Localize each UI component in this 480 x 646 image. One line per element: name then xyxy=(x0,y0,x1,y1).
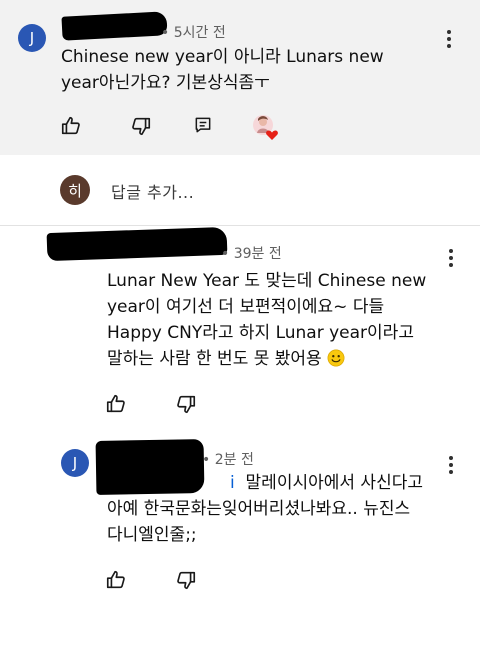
reply-text: Lunar New Year 도 맞는데 Chinese new year이 여… xyxy=(107,268,426,372)
reply-line: 말하는 사람 한 번도 못 봤어용 xyxy=(107,349,322,369)
more-vertical-icon[interactable] xyxy=(449,249,453,267)
divider xyxy=(0,225,480,226)
highlighted-comment: J • 5시간 전 Chinese new year이 아니라 Lunars n… xyxy=(0,0,480,155)
reply-timestamp: • 39분 전 xyxy=(221,246,282,262)
reply-placeholder: 답글 추가... xyxy=(111,183,195,202)
reply-author-avatar[interactable]: J xyxy=(61,449,89,477)
more-vertical-icon[interactable] xyxy=(447,30,451,48)
reply-text-continued: 아예 한국문화는잊어버리셨나봐요.. 뉴진스 다니엘인줄;; xyxy=(107,496,410,548)
mention-fragment[interactable]: i xyxy=(230,473,235,493)
reply-timestamp: • 2분 전 xyxy=(202,452,254,468)
redacted-reply-header xyxy=(95,439,205,495)
timestamp-text: 2분 전 xyxy=(214,452,254,468)
comment-line: Chinese new year이 아니라 Lunars new xyxy=(61,47,384,67)
avatar-letter: J xyxy=(72,454,78,472)
reply-line: Happy CNY라고 하지 Lunar year이라고 xyxy=(107,323,414,343)
timestamp-text: 5시간 전 xyxy=(173,25,226,41)
thumbs-up-icon[interactable] xyxy=(60,115,82,137)
reply-text: i 말레이시아에서 사신다고 xyxy=(230,470,423,496)
comment-text: Chinese new year이 아니라 Lunars new year아닌가… xyxy=(61,44,384,96)
creator-heart-icon[interactable] xyxy=(252,113,280,141)
reply-line: 다니엘인줄;; xyxy=(107,525,197,545)
add-reply-input[interactable]: 답글 추가... xyxy=(111,179,194,203)
reply-line: Lunar New Year 도 맞는데 Chinese new xyxy=(107,271,427,291)
thumbs-up-icon[interactable] xyxy=(105,569,127,591)
commenter-avatar[interactable]: J xyxy=(18,24,46,52)
comment-timestamp: • 5시간 전 xyxy=(161,25,226,41)
avatar-letter: J xyxy=(29,29,35,47)
reply-comment-icon[interactable] xyxy=(193,115,215,137)
more-vertical-icon[interactable] xyxy=(449,456,453,474)
thumbs-up-icon[interactable] xyxy=(105,393,127,415)
timestamp-text: 39분 전 xyxy=(233,246,282,262)
comment-line: year아닌가요? 기본상식좀ㅜ xyxy=(61,73,270,93)
thumbs-down-icon[interactable] xyxy=(175,393,197,415)
reply-line: 말레이시아에서 사신다고 xyxy=(245,473,423,493)
thumbs-down-icon[interactable] xyxy=(130,115,152,137)
avatar-letter: 히 xyxy=(68,181,82,200)
smiling-face-emoji xyxy=(327,349,345,367)
redacted-username xyxy=(61,11,168,41)
thumbs-down-icon[interactable] xyxy=(175,569,197,591)
reply-line: year이 여기선 더 보편적이에요~ 다들 xyxy=(107,297,385,317)
redacted-reply-header xyxy=(46,226,228,262)
reply-line: 아예 한국문화는잊어버리셨나봐요.. 뉴진스 xyxy=(107,499,411,519)
current-user-avatar: 히 xyxy=(60,175,90,205)
